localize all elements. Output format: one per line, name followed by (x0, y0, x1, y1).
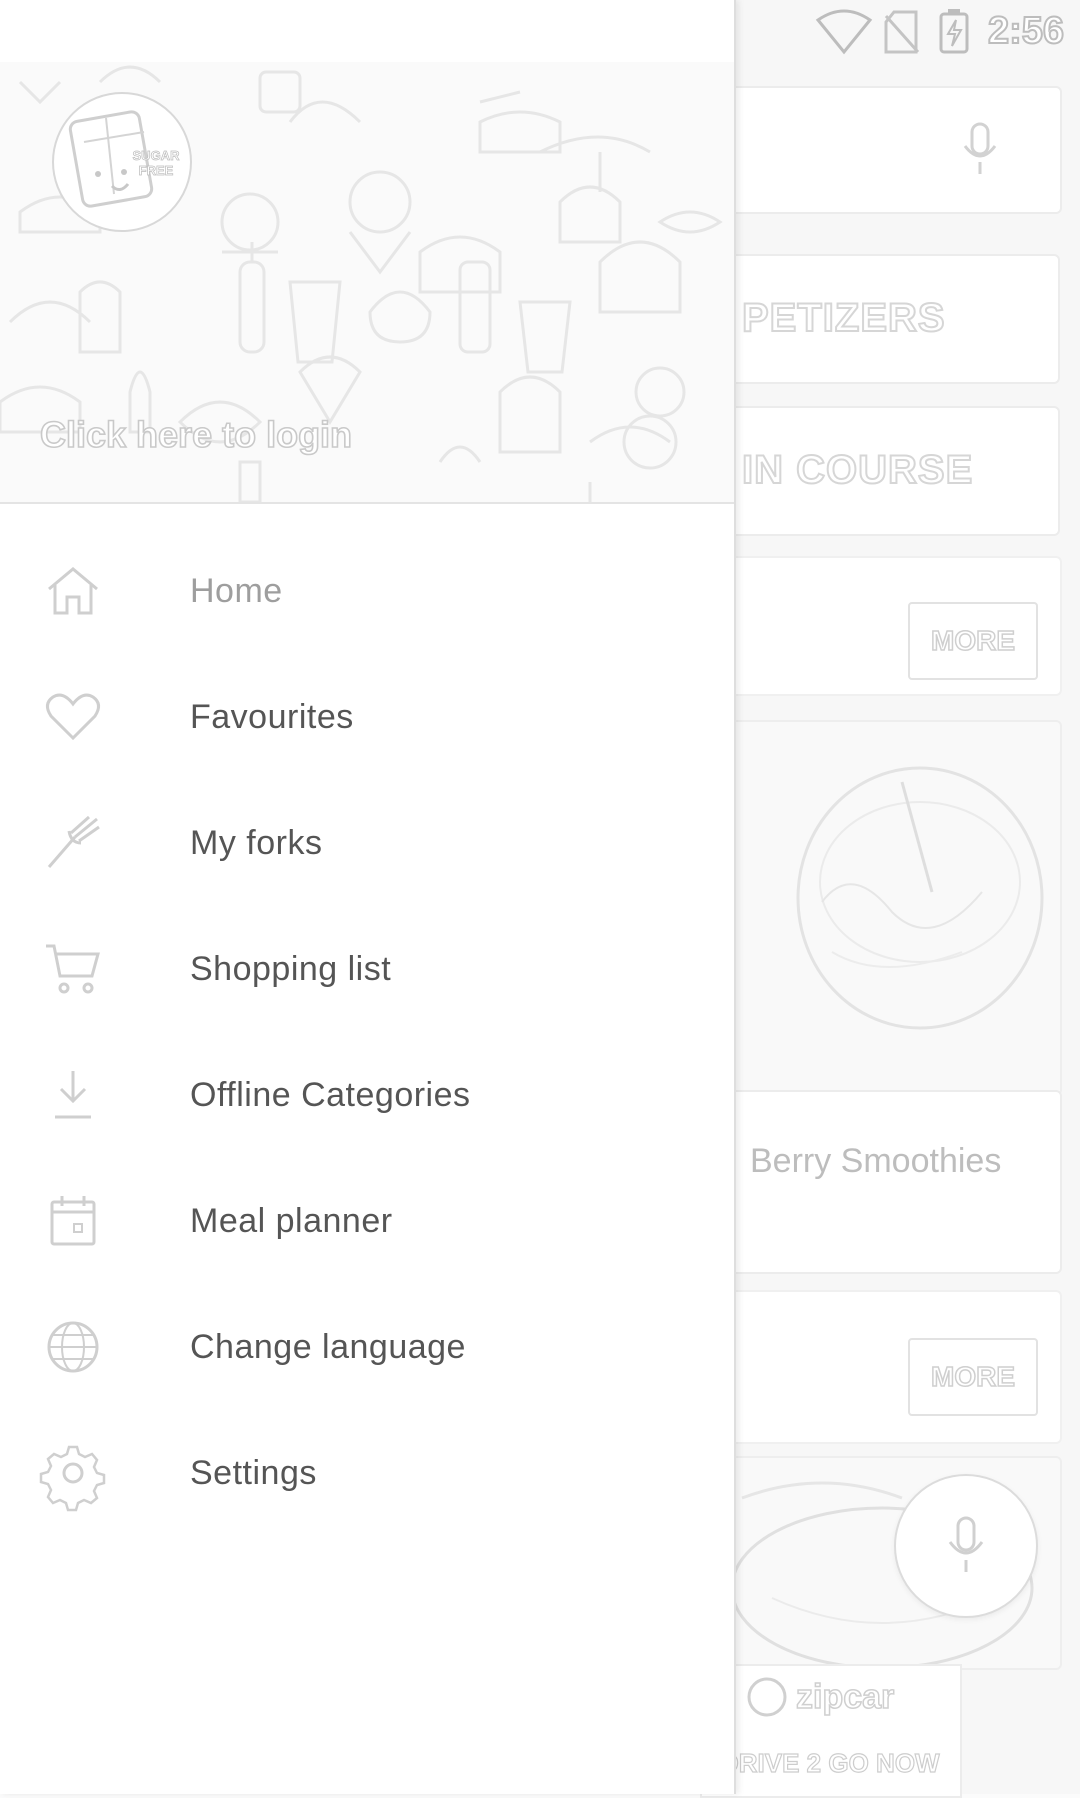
logo-text: SUGAR FREE (132, 148, 180, 179)
download-icon (42, 1064, 104, 1126)
battery-charging-icon (938, 8, 970, 59)
menu-item-label: Home (190, 571, 283, 610)
menu-item-label: Offline Categories (190, 1075, 471, 1114)
heart-icon (42, 686, 104, 748)
recipe-card[interactable]: MORE (700, 556, 1062, 696)
menu-item-meal-planner[interactable]: Meal planner (0, 1158, 734, 1284)
recipe-card[interactable]: MORE (700, 1290, 1062, 1444)
login-link[interactable]: Click here to login (39, 413, 353, 456)
more-button[interactable]: MORE (908, 602, 1038, 680)
cart-icon (42, 938, 104, 1000)
category-label: PETIZERS (741, 295, 946, 341)
no-sim-icon (884, 10, 920, 59)
menu-item-label: Change language (190, 1327, 466, 1366)
category-card-appetizers[interactable]: PETIZERS (700, 254, 1060, 384)
recipe-image[interactable] (700, 720, 1062, 1096)
status-time: 2:56 (987, 9, 1065, 53)
menu-item-label: Meal planner (190, 1201, 393, 1240)
fork-icon (42, 812, 104, 874)
menu-item-label: Settings (190, 1453, 317, 1492)
menu-item-offline-categories[interactable]: Offline Categories (0, 1032, 734, 1158)
menu-item-label: My forks (190, 823, 323, 862)
menu-item-favourites[interactable]: Favourites (0, 654, 734, 780)
mic-icon (946, 1516, 986, 1581)
recipe-title: Berry Smoothies (750, 1142, 1002, 1180)
menu-item-home[interactable]: Home (0, 528, 734, 654)
wifi-icon (815, 9, 873, 59)
search-bar[interactable] (700, 86, 1062, 214)
recipe-info[interactable]: Berry Smoothies (700, 1090, 1062, 1274)
home-icon (42, 560, 104, 622)
drawer-header[interactable]: SUGAR FREE Click here to login (0, 62, 734, 504)
more-button[interactable]: MORE (908, 1338, 1038, 1416)
category-label: IN COURSE (741, 447, 974, 493)
gear-icon (39, 1442, 106, 1512)
voice-fab[interactable] (894, 1474, 1038, 1618)
menu-item-my-forks[interactable]: My forks (0, 780, 734, 906)
globe-icon (42, 1316, 104, 1378)
category-card-main-course[interactable]: IN COURSE (700, 406, 1060, 536)
navigation-drawer: SUGAR FREE Click here to login Home Favo… (0, 0, 736, 1794)
menu-item-label: Shopping list (190, 949, 392, 988)
ad-banner[interactable]: zipcar DRIVE 2 GO NOW (700, 1664, 962, 1798)
menu-item-settings[interactable]: Settings (0, 1410, 734, 1536)
menu-item-label: Favourites (190, 697, 354, 736)
menu-item-change-language[interactable]: Change language (0, 1284, 734, 1410)
smoothie-image (796, 766, 1044, 1030)
app-logo-avatar[interactable]: SUGAR FREE (52, 92, 192, 232)
zipcar-logo: zipcar (746, 1676, 895, 1718)
mic-icon[interactable] (960, 122, 1000, 183)
ad-brand: zipcar (795, 1677, 895, 1717)
ad-text: DRIVE 2 GO NOW (719, 1747, 940, 1778)
calendar-icon (42, 1190, 104, 1252)
menu-item-shopping-list[interactable]: Shopping list (0, 906, 734, 1032)
